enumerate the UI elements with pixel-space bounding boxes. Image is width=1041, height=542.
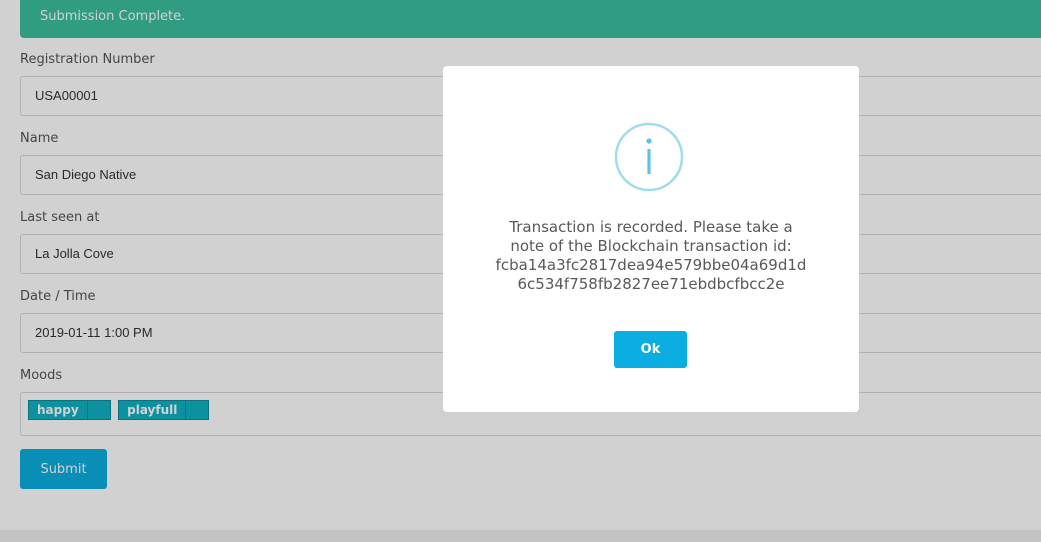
modal-message: Transaction is recorded. Please take a n… — [463, 218, 839, 294]
modal-message-line: Transaction is recorded. Please take a — [509, 218, 793, 236]
ok-button[interactable]: Ok — [614, 331, 687, 368]
transaction-id-line: 6c534f758fb2827ee71ebdbcfbcc2e — [517, 275, 785, 293]
info-icon — [614, 122, 684, 192]
modal-message-line: note of the Blockchain transaction id: — [510, 237, 792, 255]
transaction-id-line: fcba14a3fc2817dea94e579bbe04a69d1d — [495, 256, 807, 274]
page: Submission Complete. Registration Number… — [0, 0, 1041, 542]
transaction-modal: Transaction is recorded. Please take a n… — [443, 66, 859, 412]
